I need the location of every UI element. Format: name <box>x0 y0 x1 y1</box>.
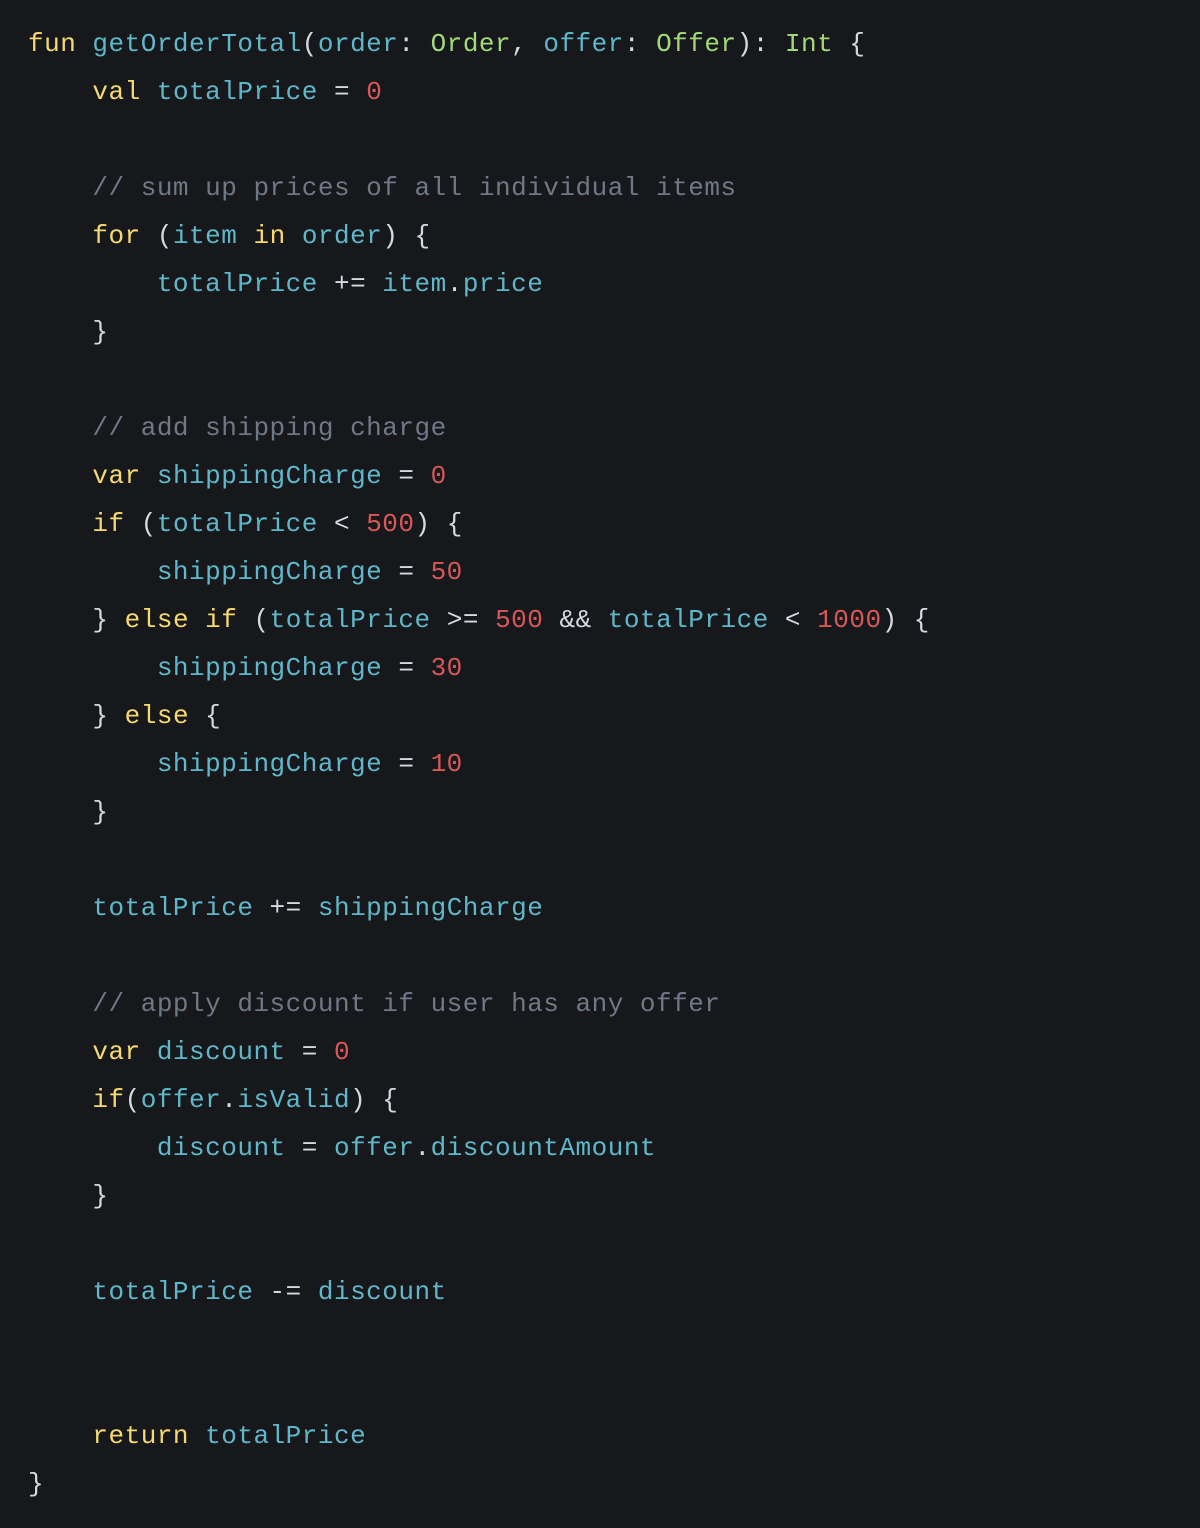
op-dot: . <box>447 269 463 299</box>
op-eq: = <box>286 1133 334 1163</box>
pn: : <box>398 29 430 59</box>
kw-if: if <box>92 1085 124 1115</box>
var-shippingCharge: shippingCharge <box>157 749 382 779</box>
num-1000: 1000 <box>817 605 881 635</box>
kw-val: val <box>92 77 140 107</box>
var-discount: discount <box>157 1133 286 1163</box>
kw-var: var <box>92 1037 140 1067</box>
op-eq: = <box>382 653 430 683</box>
var-totalPrice: totalPrice <box>157 269 318 299</box>
op-eq: = <box>318 77 366 107</box>
pn: ( <box>141 221 173 251</box>
code-block: fun getOrderTotal(order: Order, offer: O… <box>0 0 1200 1528</box>
kw-var: var <box>92 461 140 491</box>
op-eq: = <box>286 1037 334 1067</box>
var-totalPrice: totalPrice <box>608 605 769 635</box>
pn: ) { <box>350 1085 398 1115</box>
comment-discount: // apply discount if user has any offer <box>92 989 720 1019</box>
var-shippingCharge: shippingCharge <box>157 461 382 491</box>
param-order: order <box>318 29 399 59</box>
pn: ) { <box>882 605 930 635</box>
op-minuseq: -= <box>253 1277 317 1307</box>
var-order: order <box>302 221 383 251</box>
var-totalPrice: totalPrice <box>92 1277 253 1307</box>
pn: ( <box>125 1085 141 1115</box>
var-shippingCharge: shippingCharge <box>318 893 543 923</box>
comment-shipping: // add shipping charge <box>92 413 446 443</box>
prop-isValid: isValid <box>237 1085 350 1115</box>
pn: { <box>189 701 221 731</box>
op-pluseq: += <box>318 269 382 299</box>
kw-else: else <box>125 701 189 731</box>
op-eq: = <box>382 461 430 491</box>
num-30: 30 <box>431 653 463 683</box>
kw-fun: fun <box>28 29 76 59</box>
pn: { <box>833 29 865 59</box>
pn: , <box>511 29 543 59</box>
kw-if: if <box>205 605 237 635</box>
type-int: Int <box>785 29 833 59</box>
type-offer: Offer <box>656 29 737 59</box>
op-and: && <box>543 605 607 635</box>
brace-close: } <box>92 701 124 731</box>
brace-close: } <box>92 605 124 635</box>
op-dot: . <box>414 1133 430 1163</box>
brace-close: } <box>28 1469 44 1499</box>
pn: : <box>624 29 656 59</box>
var-totalPrice: totalPrice <box>157 77 318 107</box>
kw-in: in <box>253 221 285 251</box>
param-offer: offer <box>543 29 624 59</box>
var-item: item <box>382 269 446 299</box>
op-eq: = <box>382 749 430 779</box>
brace-close: } <box>92 1181 108 1211</box>
kw-if: if <box>92 509 124 539</box>
var-totalPrice: totalPrice <box>270 605 431 635</box>
prop-discountAmount: discountAmount <box>431 1133 656 1163</box>
brace-close: } <box>92 797 108 827</box>
var-offer: offer <box>141 1085 222 1115</box>
kw-for: for <box>92 221 140 251</box>
var-totalPrice: totalPrice <box>205 1421 366 1451</box>
num-500: 500 <box>366 509 414 539</box>
op-dot: . <box>221 1085 237 1115</box>
prop-price: price <box>463 269 544 299</box>
op-ge: >= <box>431 605 495 635</box>
var-shippingCharge: shippingCharge <box>157 557 382 587</box>
pn: ( <box>237 605 269 635</box>
fn-name: getOrderTotal <box>92 29 301 59</box>
num-10: 10 <box>431 749 463 779</box>
kw-return: return <box>92 1421 189 1451</box>
num-500: 500 <box>495 605 543 635</box>
num-0: 0 <box>366 77 382 107</box>
num-0: 0 <box>334 1037 350 1067</box>
var-discount: discount <box>318 1277 447 1307</box>
pn: ) { <box>382 221 430 251</box>
var-offer: offer <box>334 1133 415 1163</box>
var-item: item <box>173 221 237 251</box>
num-50: 50 <box>431 557 463 587</box>
num-0: 0 <box>431 461 447 491</box>
var-shippingCharge: shippingCharge <box>157 653 382 683</box>
op-lt: < <box>318 509 366 539</box>
op-eq: = <box>382 557 430 587</box>
var-totalPrice: totalPrice <box>92 893 253 923</box>
pn: ) { <box>415 509 463 539</box>
op-pluseq: += <box>253 893 317 923</box>
var-discount: discount <box>157 1037 286 1067</box>
pn: ): <box>737 29 785 59</box>
pn: ( <box>125 509 157 539</box>
pn: ( <box>302 29 318 59</box>
comment-sum: // sum up prices of all individual items <box>92 173 736 203</box>
type-order: Order <box>431 29 512 59</box>
brace-close: } <box>92 317 108 347</box>
op-lt: < <box>769 605 817 635</box>
kw-else: else <box>125 605 189 635</box>
var-totalPrice: totalPrice <box>157 509 318 539</box>
